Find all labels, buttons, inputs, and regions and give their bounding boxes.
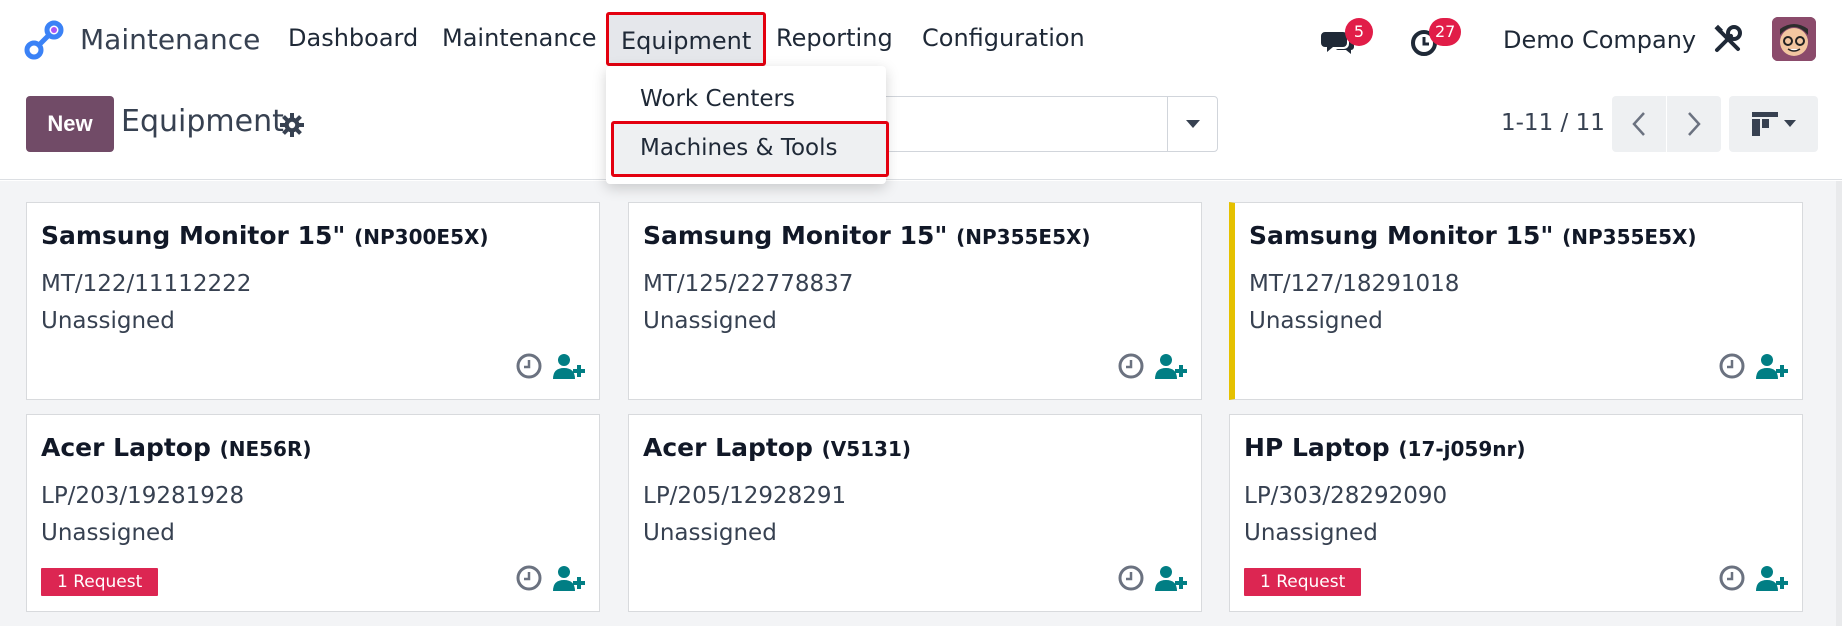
equipment-card[interactable]: HP Laptop (17-j059nr) LP/303/28292090 Un…	[1229, 414, 1803, 612]
activities-count-badge: 27	[1429, 18, 1462, 46]
tools-icon	[1714, 24, 1742, 52]
search-options-toggle[interactable]	[1167, 97, 1217, 151]
caret-down-icon	[1783, 120, 1796, 127]
pager-previous-button[interactable]	[1612, 96, 1666, 152]
pager-next-button[interactable]	[1667, 96, 1721, 152]
activity-clock-icon[interactable]	[515, 352, 543, 380]
activity-clock-icon[interactable]	[1117, 564, 1145, 592]
kanban-area: Samsung Monitor 15" (NP300E5X) MT/122/11…	[0, 181, 1842, 626]
menu-dashboard[interactable]: Dashboard	[288, 24, 418, 52]
equipment-card[interactable]: Acer Laptop (NE56R) LP/203/19281928 Unas…	[26, 414, 600, 612]
caret-down-icon	[1185, 120, 1200, 128]
card-serial: MT/125/22778837	[643, 271, 854, 297]
card-name: Acer Laptop	[643, 433, 813, 462]
dropdown-item-machines-tools[interactable]: Machines & Tools	[611, 121, 889, 177]
app-name: Maintenance	[80, 23, 261, 56]
card-name: Samsung Monitor 15"	[41, 221, 346, 250]
avatar-icon	[1772, 17, 1816, 61]
view-switcher-button[interactable]	[1729, 96, 1818, 152]
card-model: (V5131)	[821, 437, 912, 461]
pager-value[interactable]: 1-11 / 11	[1501, 110, 1605, 136]
card-model: (NP355E5X)	[956, 225, 1091, 249]
card-title: Acer Laptop (NE56R)	[41, 433, 312, 462]
assign-user-icon[interactable]	[553, 353, 585, 379]
assign-user-icon[interactable]	[1756, 565, 1788, 591]
card-serial: MT/127/18291018	[1249, 271, 1460, 297]
page-title: Equipment	[121, 104, 284, 139]
equipment-card[interactable]: Samsung Monitor 15" (NP300E5X) MT/122/11…	[26, 202, 600, 400]
card-owner: Unassigned	[1249, 308, 1383, 334]
equipment-card[interactable]: Acer Laptop (V5131) LP/205/12928291 Unas…	[628, 414, 1202, 612]
menu-equipment[interactable]: Equipment	[606, 12, 767, 66]
menu-configuration[interactable]: Configuration	[922, 24, 1085, 52]
card-title: Samsung Monitor 15" (NP300E5X)	[41, 221, 489, 250]
company-switcher[interactable]: Demo Company	[1503, 26, 1696, 54]
equipment-dropdown-menu: Work Centers Machines & Tools	[606, 66, 889, 184]
card-serial: LP/205/12928291	[643, 483, 847, 509]
card-name: Samsung Monitor 15"	[1249, 221, 1554, 250]
equipment-card[interactable]: Samsung Monitor 15" (NP355E5X) MT/125/22…	[628, 202, 1202, 400]
scrollbar[interactable]	[1836, 181, 1842, 626]
card-owner: Unassigned	[41, 308, 175, 334]
request-badge: 1 Request	[41, 568, 159, 596]
assign-user-icon[interactable]	[1155, 353, 1187, 379]
card-model: (NE56R)	[219, 437, 312, 461]
menu-reporting[interactable]: Reporting	[776, 24, 893, 52]
card-serial: MT/122/11112222	[41, 271, 252, 297]
activity-clock-icon[interactable]	[1718, 564, 1746, 592]
card-owner: Unassigned	[41, 520, 175, 546]
search-input[interactable]	[860, 96, 1218, 152]
card-title: Acer Laptop (V5131)	[643, 433, 911, 462]
card-model: (NP355E5X)	[1562, 225, 1697, 249]
card-name: Samsung Monitor 15"	[643, 221, 948, 250]
activity-clock-icon[interactable]	[1117, 352, 1145, 380]
card-model: (NP300E5X)	[354, 225, 489, 249]
card-serial: LP/203/19281928	[41, 483, 245, 509]
user-avatar[interactable]	[1772, 17, 1816, 61]
request-badge: 1 Request	[1244, 568, 1362, 596]
card-model: (17-j059nr)	[1398, 437, 1526, 461]
messages-count-badge: 5	[1345, 18, 1373, 46]
card-owner: Unassigned	[643, 520, 777, 546]
control-panel: New Equipment 1-11 / 11	[0, 80, 1842, 180]
equipment-card[interactable]: Samsung Monitor 15" (NP355E5X) MT/127/18…	[1229, 202, 1803, 400]
gear-icon[interactable]	[280, 113, 304, 137]
card-title: Samsung Monitor 15" (NP355E5X)	[1249, 221, 1697, 250]
top-navbar: Maintenance Dashboard Maintenance Equipm…	[0, 0, 1842, 80]
app-brand[interactable]: Maintenance	[24, 20, 260, 60]
menu-maintenance[interactable]: Maintenance	[442, 24, 597, 52]
activity-clock-icon[interactable]	[515, 564, 543, 592]
card-title: HP Laptop (17-j059nr)	[1244, 433, 1526, 462]
chevron-right-icon	[1688, 112, 1701, 136]
card-owner: Unassigned	[643, 308, 777, 334]
chevron-left-icon	[1632, 112, 1645, 136]
messages-button[interactable]: 5	[1321, 18, 1373, 58]
activity-clock-icon[interactable]	[1718, 352, 1746, 380]
card-serial: LP/303/28292090	[1244, 483, 1448, 509]
kanban-view-icon	[1751, 112, 1778, 136]
card-owner: Unassigned	[1244, 520, 1378, 546]
new-button[interactable]: New	[26, 96, 114, 152]
assign-user-icon[interactable]	[553, 565, 585, 591]
app-logo-icon	[24, 20, 64, 60]
activities-button[interactable]: 27	[1409, 18, 1462, 58]
card-title: Samsung Monitor 15" (NP355E5X)	[643, 221, 1091, 250]
card-name: HP Laptop	[1244, 433, 1390, 462]
debug-tools-button[interactable]	[1713, 24, 1745, 56]
assign-user-icon[interactable]	[1756, 353, 1788, 379]
assign-user-icon[interactable]	[1155, 565, 1187, 591]
dropdown-item-work-centers[interactable]: Work Centers	[606, 86, 886, 112]
card-name: Acer Laptop	[41, 433, 211, 462]
